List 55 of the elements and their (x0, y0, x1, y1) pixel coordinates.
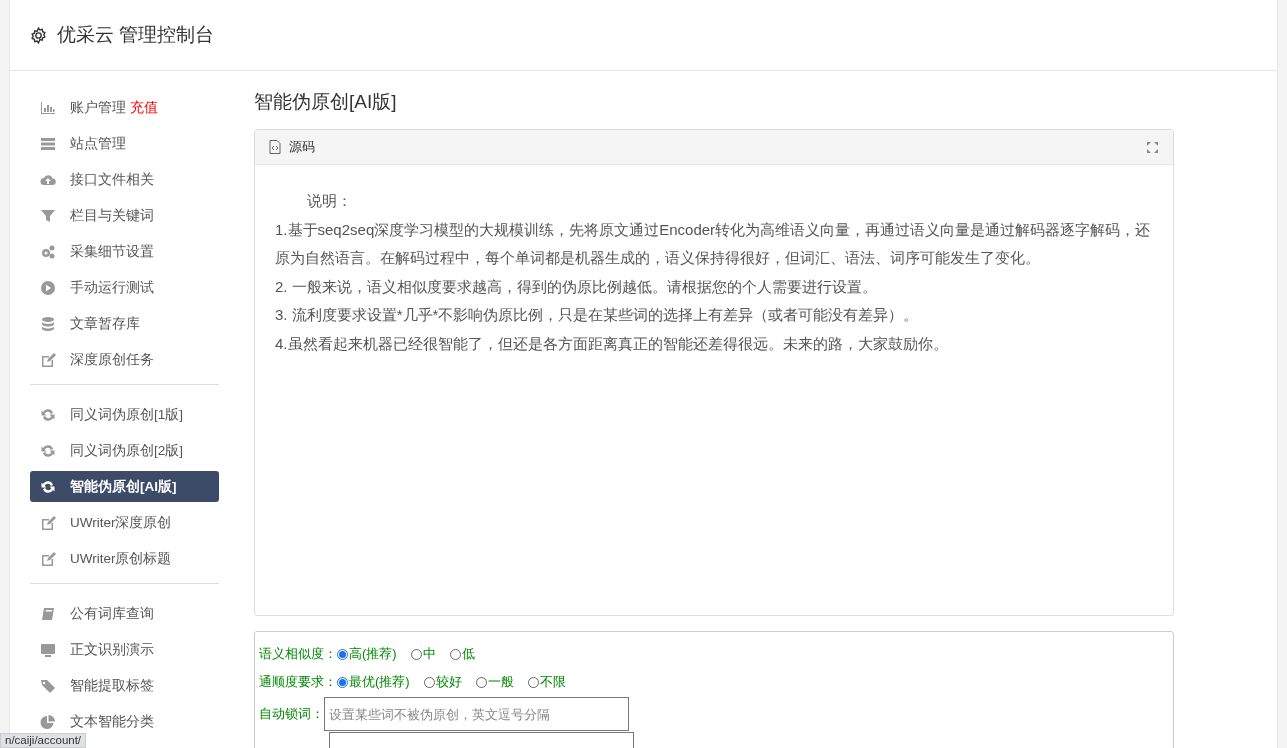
refresh-icon (40, 478, 56, 495)
sidebar-item[interactable]: 账户管理 充值 (30, 92, 219, 123)
sidebar-item[interactable]: 采集细节设置 (30, 236, 219, 267)
sidebar-item[interactable]: 文章暂存库 (30, 308, 219, 339)
sidebar-item[interactable]: 栏目与关键词 (30, 200, 219, 231)
sidebar-item[interactable]: 接口文件相关 (30, 164, 219, 195)
refresh-icon (40, 406, 56, 423)
page-title: 智能伪原创[AI版] (254, 90, 398, 114)
text-field[interactable] (329, 732, 634, 748)
database-icon (40, 315, 56, 332)
edit-icon (40, 351, 56, 368)
edit-icon (40, 514, 56, 531)
sidebar-item[interactable]: 正文识别演示 (30, 634, 219, 665)
source-tab[interactable]: 源码 (289, 138, 315, 156)
lock-words-field[interactable]: 设置某些词不被伪原创，英文逗号分隔 (324, 697, 629, 731)
refresh-icon (40, 442, 56, 459)
book-icon (40, 605, 56, 622)
description-paragraph: 1.基于seq2seq深度学习模型的大规模训练，先将原文通过Encoder转化为高维语义向量，再通过语义向量是通过解码器逐字解码，还原为自然语言。在解码过程中，每个单词都是机器生成的，语义保持得很好，但词汇、语法、词序可能发生了变化。 (275, 219, 1152, 268)
description-paragraph: 2. 一般来说，语义相似度要求越高，得到的伪原比例越低。请根据您的个人需要进行设置。 (275, 276, 878, 297)
monitor-icon (40, 641, 56, 658)
description-paragraph: 3. 流利度要求设置*几乎*不影响伪原比例，只是在某些词的选择上有差异（或者可能没有差异）。 (275, 305, 920, 325)
radio-option[interactable]: 一般 (475, 673, 514, 691)
sidebar-item[interactable]: 站点管理 (30, 128, 219, 159)
fullscreen-icon[interactable] (1146, 140, 1159, 154)
filter-icon (40, 207, 56, 224)
pie-chart-icon (40, 713, 56, 730)
app-title: 优采云 管理控制台 (57, 23, 215, 47)
sidebar-item[interactable]: 公有词库查询 (30, 598, 219, 629)
sidebar-item[interactable]: UWriter原创标题 (30, 543, 219, 574)
chart-icon (40, 99, 56, 116)
sidebar-item[interactable]: 同义词伪原创[1版] (30, 399, 219, 430)
radio-option[interactable]: 最优(推荐) (337, 673, 410, 691)
url-tooltip: n/caiji/account/ (0, 733, 87, 748)
tag-icon (40, 677, 56, 694)
radio-option[interactable]: 中 (410, 645, 436, 663)
sidebar-item[interactable]: 智能提取标签 (30, 670, 219, 701)
edit-icon (40, 550, 56, 567)
list-icon (40, 135, 56, 152)
settings-icon (30, 26, 47, 44)
description-paragraph: 4.虽然看起来机器已经很智能了，但还是各方面距离真正的智能还差得很远。未来的路，大家鼓励你。 (275, 333, 949, 354)
sidebar-item[interactable]: 智能伪原创[AI版] (30, 471, 219, 502)
field-label: 自动锁词： (259, 705, 324, 723)
field-label: 通顺度要求： (259, 673, 337, 691)
radio-option[interactable]: 低 (449, 645, 475, 663)
sidebar-item[interactable]: 同义词伪原创[2版] (30, 435, 219, 466)
radio-option[interactable]: 不限 (527, 673, 566, 691)
field-label: 语义相似度： (259, 645, 337, 663)
sidebar-item[interactable]: 手动运行测试 (30, 272, 219, 303)
sidebar-item[interactable]: 深度原创任务 (30, 344, 219, 375)
description-heading: 说明： (306, 191, 353, 211)
radio-option[interactable]: 高(推荐) (337, 645, 397, 663)
sidebar-item[interactable]: UWriter深度原创 (30, 507, 219, 538)
code-file-icon (269, 140, 281, 154)
play-icon (40, 279, 56, 296)
radio-option[interactable]: 较好 (423, 673, 462, 691)
